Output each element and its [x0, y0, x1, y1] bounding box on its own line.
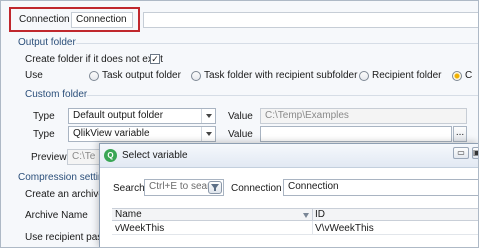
chevron-down-icon[interactable]: [206, 132, 212, 136]
preview-label: Preview: [31, 152, 67, 163]
dropdown-separator: [201, 109, 202, 123]
dialog-title-bar: Q Select variable ▭ ▣: [100, 144, 478, 168]
minimize-icon[interactable]: ▭: [453, 147, 469, 159]
create-folder-label: Create folder if it does not exist: [25, 54, 163, 65]
browse-button[interactable]: ...: [453, 126, 467, 142]
compression-title: Compression setting: [18, 172, 110, 183]
use-label: Use: [25, 70, 43, 81]
search-label: Search: [113, 183, 145, 194]
radio-task-output-folder-label: Task output folder: [102, 70, 181, 81]
chevron-down-icon[interactable]: [206, 114, 212, 118]
column-header-id[interactable]: ID: [315, 209, 325, 221]
radio-recipient-folder[interactable]: [359, 71, 369, 81]
connection-field-extension[interactable]: [143, 12, 478, 28]
column-filter-icon[interactable]: [303, 213, 309, 218]
column-divider: [312, 221, 313, 235]
value-label-2: Value: [228, 129, 253, 140]
type-select-1[interactable]: Default output folder: [68, 108, 216, 124]
output-folder-title: Output folder: [18, 37, 76, 48]
radio-custom-folder-label: C: [465, 70, 473, 81]
radio-task-folder-recipient-subfolder-label: Task folder with recipient subfolder: [204, 70, 358, 81]
radio-custom-folder[interactable]: [452, 71, 462, 81]
radio-task-output-folder[interactable]: [89, 71, 99, 81]
type-label-2: Type: [33, 129, 55, 140]
dropdown-separator: [201, 127, 202, 141]
dialog-title: Select variable: [122, 150, 188, 161]
select-variable-dialog: Q Select variable ▭ ▣ Search Ctrl+E to s…: [99, 143, 478, 247]
type-select-2[interactable]: QlikView variable: [68, 126, 216, 142]
dialog-connection-field[interactable]: Connection: [283, 179, 478, 196]
column-header-name[interactable]: Name: [115, 209, 142, 221]
section-divider: [87, 95, 478, 96]
filter-icon[interactable]: [208, 181, 222, 194]
task-settings-panel: Connection Connection Output folder Crea…: [0, 0, 479, 248]
dialog-connection-label: Connection: [231, 183, 282, 194]
value-field-1[interactable]: C:\Temp\Examples: [260, 108, 467, 124]
archive-name-label: Archive Name: [25, 210, 88, 221]
table-row[interactable]: vWeekThis V\vWeekThis: [112, 221, 478, 235]
value-label-1: Value: [228, 111, 253, 122]
preview-field: C:\Te: [67, 149, 103, 165]
variable-grid-header: Name ID: [112, 208, 478, 221]
custom-folder-title: Custom folder: [25, 89, 88, 100]
variable-id-cell: V\vWeekThis: [315, 223, 374, 234]
radio-recipient-folder-label: Recipient folder: [372, 70, 442, 81]
create-folder-checkbox[interactable]: ✓: [150, 54, 160, 64]
type-label-1: Type: [33, 111, 55, 122]
variable-name-cell: vWeekThis: [115, 223, 165, 234]
section-divider: [76, 43, 478, 44]
radio-task-folder-recipient-subfolder[interactable]: [191, 71, 201, 81]
connection-highlight-box: [9, 7, 140, 32]
maximize-icon[interactable]: ▣: [472, 147, 478, 159]
value-field-2[interactable]: [260, 126, 452, 142]
qlikview-app-icon: Q: [104, 149, 117, 162]
column-divider: [312, 209, 313, 221]
